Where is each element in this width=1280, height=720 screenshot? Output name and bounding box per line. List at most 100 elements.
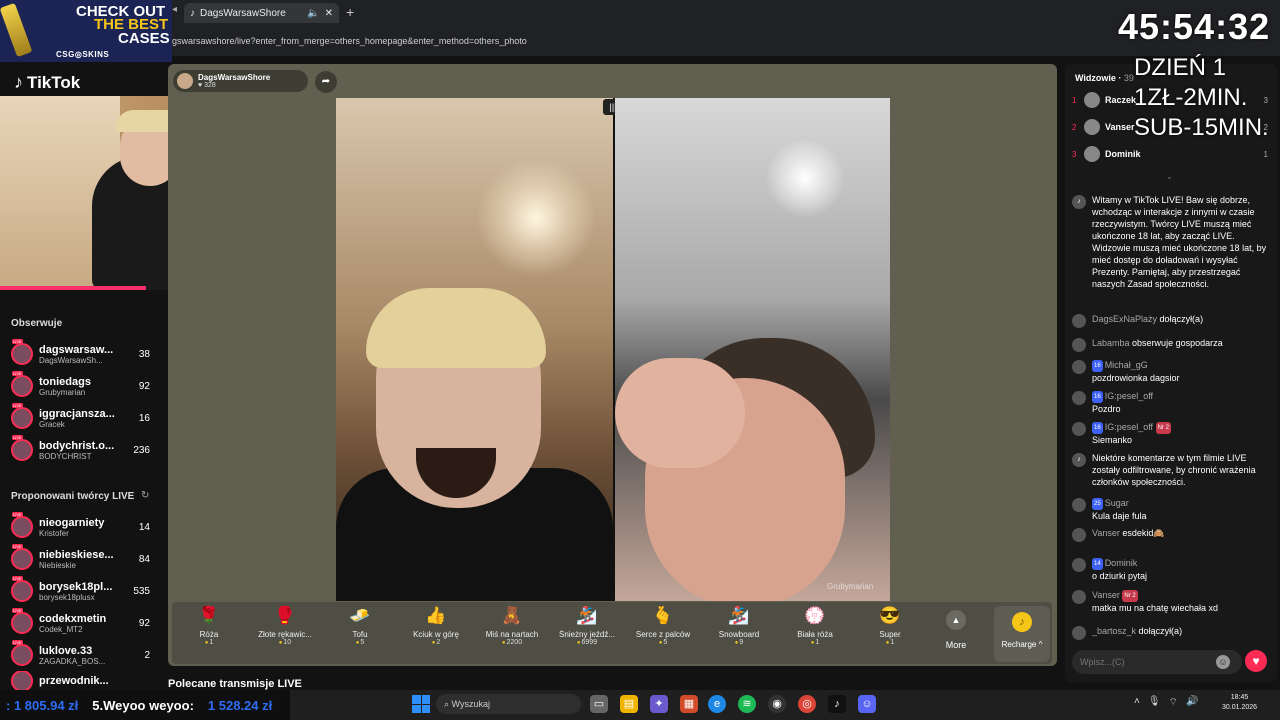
suggested-item[interactable]: niebieskiese...Niebieskie 84 [0, 543, 150, 575]
tiktok-logo[interactable]: ♪ TikTok [14, 72, 80, 93]
gift-price: 2 [399, 639, 473, 646]
file-explorer-icon[interactable]: ▤ [620, 695, 638, 713]
chat-username[interactable]: Labamba [1092, 338, 1130, 348]
task-view-icon[interactable]: ▭ [590, 695, 608, 713]
gift-name: Snowboard [718, 630, 760, 639]
windows-start-icon[interactable] [412, 695, 430, 713]
avatar [11, 576, 33, 602]
gift-item[interactable]: 💮 Biała róża1 [778, 606, 852, 646]
chat-username[interactable]: _bartosz_k [1092, 626, 1136, 636]
recommended-title: Polecane transmisje LIVE [168, 678, 302, 690]
suggested-item[interactable]: borysek18pl...borysek18plusx 535 [0, 575, 150, 607]
speaker-icon[interactable]: 🔈 [307, 8, 319, 19]
avatar [11, 671, 33, 691]
chat-username[interactable]: Sugar [1105, 498, 1129, 508]
chat-message: Vanser esdekid🙈 [1072, 527, 1268, 542]
gift-item[interactable]: 🏂 Snowboard9 [702, 606, 776, 646]
gift-item[interactable]: 🫰 Serce z palców5 [626, 606, 700, 646]
chevron-down-icon[interactable]: ⌄ [1166, 172, 1173, 181]
taskbar-clock[interactable]: 18:45 30.01.2026 [1222, 693, 1257, 713]
chat-avatar: ♪ [1072, 453, 1086, 467]
gift-item[interactable]: 🧸 Miś na nartach2200 [475, 606, 549, 646]
day-label: DZIEŃ 1 [1134, 54, 1227, 81]
edge-icon[interactable]: e [708, 695, 726, 713]
following-title: Obserwuje [11, 318, 63, 329]
avatar [11, 435, 33, 461]
system-tray[interactable]: ˄ 🎙 ⌔ 🔊 [1134, 696, 1198, 709]
gift-item[interactable]: 😎 Super1 [853, 606, 927, 646]
avatar [11, 403, 33, 429]
guest-video[interactable]: Grubymarian [615, 98, 890, 601]
copilot-icon[interactable]: ✦ [650, 695, 668, 713]
suggested-item[interactable]: nieogarnietyKristofer 14 [0, 511, 150, 543]
coin-icon: ♪ [1012, 612, 1032, 632]
share-button[interactable]: ➦ [315, 71, 337, 93]
gift-price: 5 [323, 639, 397, 646]
chat-text: dołączył(a) [1159, 314, 1204, 324]
spotify-icon[interactable]: ≋ [738, 695, 756, 713]
chat-text: o dziurki pytaj [1092, 571, 1148, 581]
discord-icon[interactable]: ☺ [858, 695, 876, 713]
chevron-up-icon[interactable]: ˄ [1134, 696, 1140, 709]
gift-item[interactable]: 🧈 Tofu5 [323, 606, 397, 646]
host-video[interactable] [336, 98, 613, 601]
recharge-button[interactable]: ♪ Recharge ^ [994, 606, 1050, 662]
csgo-skins-ad[interactable]: CHECK OUT THE BEST CASES CSG◎SKINS [0, 0, 172, 62]
suggested-item[interactable]: codekxmetinCodek_MT2 92 [0, 607, 150, 639]
gift-icon: 😎 [879, 606, 901, 625]
gift-item[interactable]: 🥊 Złote rękawic...10 [248, 606, 322, 646]
following-item[interactable]: iggracjansza...Gracek 16 [0, 402, 150, 434]
avatar [11, 608, 33, 634]
suggested-item[interactable]: przewodnik... [0, 671, 150, 691]
tiktok-app-icon[interactable]: ♪ [828, 695, 846, 713]
taskbar-search[interactable]: ⌕ Wyszukaj [436, 694, 581, 714]
gift-price: 5 [626, 639, 700, 646]
following-item[interactable]: toniedagsGrubymarian 92 [0, 370, 150, 402]
tiktok-wordmark: TikTok [27, 72, 81, 92]
obs-icon[interactable]: ◉ [768, 695, 786, 713]
chat-avatar [1072, 314, 1086, 328]
suggested-item[interactable]: luklove.33ZAGADKA_BOS... 2 [0, 639, 150, 671]
gift-name: Miś na nartach [485, 630, 539, 639]
chat-avatar [1072, 338, 1086, 352]
following-item[interactable]: bodychrist.o...BODYCHRIST 236 [0, 434, 150, 466]
chat-text: obserwuje gospodarza [1132, 338, 1223, 348]
chat-username[interactable]: IG:pesel_off [1105, 391, 1153, 401]
chat-username[interactable]: Dominik [1105, 558, 1138, 568]
close-tab-icon[interactable]: ✕ [325, 8, 333, 19]
chat-message: ♪ Niektóre komentarze w tym filmie LIVE z… [1072, 452, 1268, 488]
chat-username[interactable]: Vanser [1092, 528, 1120, 538]
host-info[interactable]: DagsWarsawShore ♥ 328 [173, 70, 308, 92]
chat-message: 16 IG:pesel_off Pozdro [1072, 390, 1268, 415]
chat-username[interactable]: DagsExNaPlaży [1092, 314, 1157, 324]
viewer-row[interactable]: 3 Dominik 1 [1072, 144, 1268, 164]
chat-avatar [1072, 391, 1086, 405]
gift-item[interactable]: 🏂 Śnieżny jeźdź...6999 [550, 606, 624, 646]
chat-username[interactable]: Michał_gG [1105, 360, 1148, 370]
speaker-icon[interactable]: 🔊 [1186, 696, 1198, 709]
chat-username[interactable]: Vanser [1092, 590, 1120, 600]
gift-item[interactable]: 🌹 Róża1 [172, 606, 246, 646]
chrome-icon[interactable]: ◎ [798, 695, 816, 713]
viewers-title[interactable]: Widzowie · 39 [1075, 73, 1134, 83]
office-icon[interactable]: ▦ [680, 695, 698, 713]
browser-tab[interactable]: ♪ DagsWarsawShore 🔈 ✕ [184, 3, 339, 23]
gift-item[interactable]: 👍 Kciuk w górę2 [399, 606, 473, 646]
microphone-icon[interactable]: 🎙 [1148, 696, 1161, 709]
tab-list-icon[interactable]: ◂ [172, 4, 177, 15]
new-tab-button[interactable]: + [346, 4, 354, 20]
following-item[interactable]: dagswarsaw...DagsWarsawSh... 38 [0, 338, 150, 370]
chat-message: Vanser Nr 2 matka mu na chatę wiechała xd [1072, 589, 1268, 614]
chat-message: Labamba obserwuje gospodarza [1072, 337, 1268, 352]
more-gifts-button[interactable]: ▲ More [934, 610, 978, 650]
emoji-icon[interactable]: ☺ [1216, 655, 1230, 669]
ticker-amount-1: : 1 805.94 zł [6, 697, 79, 713]
chat-text: Siemanko [1092, 435, 1133, 445]
refresh-icon[interactable]: ↻ [141, 490, 149, 501]
address-bar[interactable]: gswarsawshore/live?enter_from_merge=othe… [170, 32, 1280, 50]
gift-icon: 🏂 [576, 606, 598, 625]
chat-username[interactable]: IG:pesel_off [1105, 422, 1153, 432]
like-heart-button[interactable]: ♥ [1245, 650, 1267, 672]
wifi-icon[interactable]: ⌔ [1169, 696, 1178, 709]
chat-message: 16 IG:pesel_off Nr 2 Siemanko [1072, 421, 1268, 446]
